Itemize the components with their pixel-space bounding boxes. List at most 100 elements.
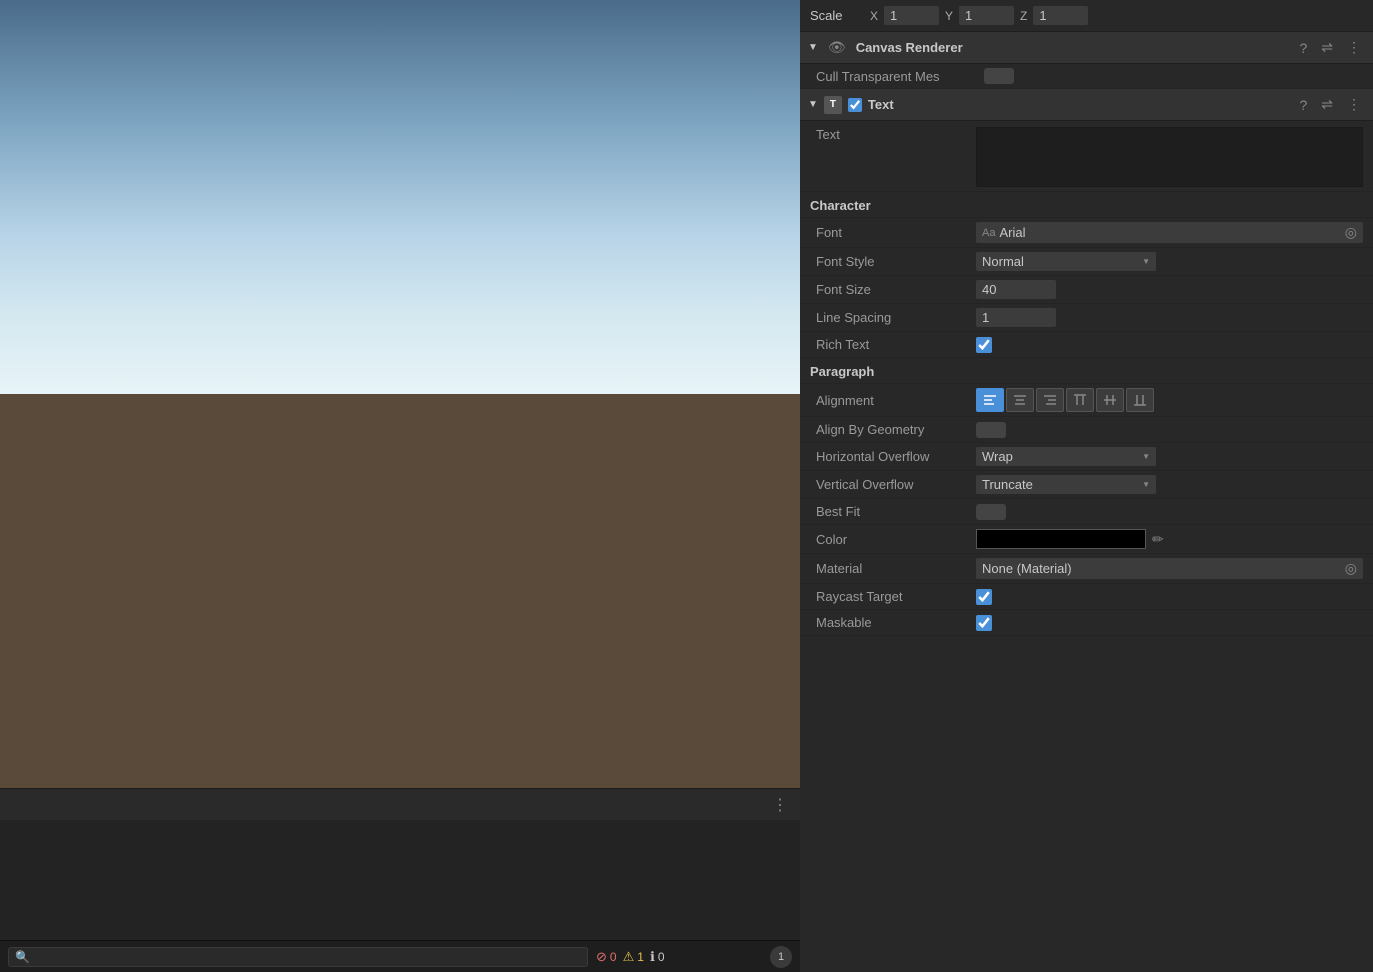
warning-count: 1 bbox=[637, 950, 644, 964]
inspector-panel: Scale X Y Z ▼ 👁 Canvas Renderer ? ⇌ ⋮ Cu… bbox=[800, 0, 1373, 972]
console-search-wrapper[interactable]: 🔍 bbox=[8, 947, 588, 967]
page-number: 1 bbox=[770, 946, 792, 968]
vertical-overflow-label: Vertical Overflow bbox=[816, 477, 976, 492]
console-badges: ⊘ 0 ⚠ 1 ℹ 0 bbox=[596, 949, 665, 965]
alignment-label: Alignment bbox=[816, 393, 976, 408]
rich-text-label: Rich Text bbox=[816, 337, 976, 352]
error-badge[interactable]: ⊘ 0 bbox=[596, 949, 617, 965]
text-icon-symbol: T bbox=[830, 99, 836, 110]
line-spacing-label: Line Spacing bbox=[816, 310, 976, 325]
cull-toggle[interactable] bbox=[984, 68, 1014, 84]
align-by-geometry-value bbox=[976, 422, 1363, 438]
text-value-field bbox=[976, 127, 1363, 187]
scale-y-input[interactable] bbox=[959, 6, 1014, 25]
error-icon: ⊘ bbox=[596, 949, 607, 965]
canvas-renderer-help-icon[interactable]: ? bbox=[1295, 38, 1311, 58]
font-field[interactable]: Aa Arial ◎ bbox=[976, 222, 1363, 243]
font-size-value bbox=[976, 280, 1363, 299]
align-middle-v-button[interactable] bbox=[1096, 388, 1124, 412]
material-target-icon[interactable]: ◎ bbox=[1345, 560, 1357, 577]
material-value: None (Material) ◎ bbox=[976, 558, 1363, 579]
rich-text-value bbox=[976, 337, 1363, 353]
align-center-h-button[interactable] bbox=[1006, 388, 1034, 412]
best-fit-toggle[interactable] bbox=[976, 504, 1006, 520]
viewport-bottom bbox=[0, 820, 800, 940]
text-textarea[interactable] bbox=[976, 127, 1363, 187]
canvas-renderer-toggle[interactable]: ▼ bbox=[808, 42, 818, 53]
maskable-row: Maskable bbox=[800, 610, 1373, 636]
font-style-row: Font Style Normal Bold Italic Bold Itali… bbox=[800, 248, 1373, 276]
best-fit-value bbox=[976, 504, 1363, 520]
scale-row: Scale X Y Z bbox=[800, 0, 1373, 32]
text-value-row: Text bbox=[800, 121, 1373, 192]
font-style-label: Font Style bbox=[816, 254, 976, 269]
rich-text-checkbox[interactable] bbox=[976, 337, 992, 353]
text-component-title: Text bbox=[868, 97, 1290, 112]
scale-y-label: Y bbox=[945, 9, 953, 23]
ground-area bbox=[0, 394, 800, 788]
alignment-buttons bbox=[976, 388, 1363, 412]
material-name-value: None (Material) bbox=[982, 561, 1341, 576]
color-field: ✏ bbox=[976, 529, 1363, 549]
font-style-select[interactable]: Normal Bold Italic Bold Italic bbox=[976, 252, 1156, 271]
horizontal-overflow-dropdown-wrapper: Wrap Overflow bbox=[976, 447, 1156, 466]
info-count: 0 bbox=[658, 950, 665, 964]
canvas-renderer-visibility-icon[interactable]: 👁 bbox=[824, 37, 850, 58]
text-section-actions: ? ⇌ ⋮ bbox=[1295, 94, 1365, 115]
text-enable-checkbox[interactable] bbox=[848, 98, 862, 112]
material-row: Material None (Material) ◎ bbox=[800, 554, 1373, 584]
text-more-icon[interactable]: ⋮ bbox=[1343, 94, 1365, 115]
eyedropper-icon[interactable]: ✏ bbox=[1152, 531, 1164, 548]
font-size-input[interactable] bbox=[976, 280, 1056, 299]
sky-gradient bbox=[0, 0, 800, 394]
scene-menu-button[interactable]: ⋮ bbox=[768, 791, 792, 819]
info-badge[interactable]: ℹ 0 bbox=[650, 949, 665, 965]
vertical-overflow-row: Vertical Overflow Truncate Overflow bbox=[800, 471, 1373, 499]
raycast-target-checkbox[interactable] bbox=[976, 589, 992, 605]
font-row: Font Aa Arial ◎ bbox=[800, 218, 1373, 248]
maskable-checkbox[interactable] bbox=[976, 615, 992, 631]
color-label: Color bbox=[816, 532, 976, 547]
vertical-overflow-select[interactable]: Truncate Overflow bbox=[976, 475, 1156, 494]
font-aa-label: Aa bbox=[982, 227, 995, 239]
raycast-target-label: Raycast Target bbox=[816, 589, 976, 604]
scene-bottom-bar: ⋮ bbox=[0, 788, 800, 820]
line-spacing-row: Line Spacing bbox=[800, 304, 1373, 332]
best-fit-label: Best Fit bbox=[816, 504, 976, 519]
search-icon: 🔍 bbox=[15, 950, 30, 964]
raycast-target-row: Raycast Target bbox=[800, 584, 1373, 610]
horizontal-overflow-row: Horizontal Overflow Wrap Overflow bbox=[800, 443, 1373, 471]
canvas-renderer-settings-icon[interactable]: ⇌ bbox=[1317, 37, 1337, 58]
font-style-value: Normal Bold Italic Bold Italic bbox=[976, 252, 1363, 271]
canvas-renderer-section-header: ▼ 👁 Canvas Renderer ? ⇌ ⋮ bbox=[800, 32, 1373, 64]
align-left-button[interactable] bbox=[976, 388, 1004, 412]
font-target-icon[interactable]: ◎ bbox=[1345, 224, 1357, 241]
horizontal-overflow-select[interactable]: Wrap Overflow bbox=[976, 447, 1156, 466]
line-spacing-value bbox=[976, 308, 1363, 327]
console-search-input[interactable] bbox=[34, 950, 581, 964]
align-top-button[interactable] bbox=[1066, 388, 1094, 412]
error-count: 0 bbox=[610, 950, 617, 964]
maskable-label: Maskable bbox=[816, 615, 976, 630]
material-field[interactable]: None (Material) ◎ bbox=[976, 558, 1363, 579]
align-by-geometry-toggle[interactable] bbox=[976, 422, 1006, 438]
line-spacing-input[interactable] bbox=[976, 308, 1056, 327]
text-value-label: Text bbox=[816, 127, 976, 142]
color-value: ✏ bbox=[976, 529, 1363, 549]
font-style-dropdown-wrapper: Normal Bold Italic Bold Italic bbox=[976, 252, 1156, 271]
color-swatch[interactable] bbox=[976, 529, 1146, 549]
scale-z-input[interactable] bbox=[1033, 6, 1088, 25]
text-help-icon[interactable]: ? bbox=[1295, 95, 1311, 115]
console-bar: 🔍 ⊘ 0 ⚠ 1 ℹ 0 1 bbox=[0, 940, 800, 972]
character-section-label: Character bbox=[800, 192, 1373, 218]
scale-x-label: X bbox=[870, 9, 878, 23]
font-size-label: Font Size bbox=[816, 282, 976, 297]
text-settings-icon[interactable]: ⇌ bbox=[1317, 94, 1337, 115]
align-bottom-button[interactable] bbox=[1126, 388, 1154, 412]
canvas-renderer-more-icon[interactable]: ⋮ bbox=[1343, 37, 1365, 58]
align-right-button[interactable] bbox=[1036, 388, 1064, 412]
scale-x-input[interactable] bbox=[884, 6, 939, 25]
warning-badge[interactable]: ⚠ 1 bbox=[623, 949, 644, 965]
warning-icon: ⚠ bbox=[623, 949, 635, 965]
text-toggle[interactable]: ▼ bbox=[808, 99, 818, 110]
